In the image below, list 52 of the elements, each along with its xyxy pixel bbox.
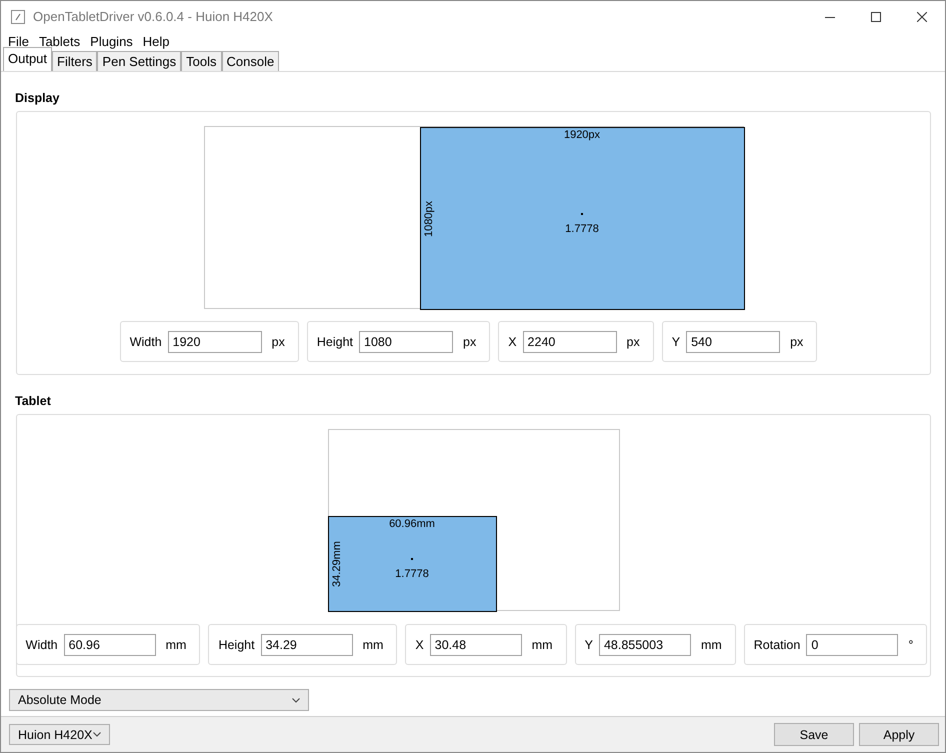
mode-dropdown[interactable]: Absolute Mode xyxy=(9,689,309,711)
input-field[interactable]: 48.855003 xyxy=(598,634,691,656)
area-height-label: 1080px xyxy=(422,199,436,239)
field-label: Height xyxy=(218,638,255,652)
input-field[interactable]: 0 xyxy=(806,634,898,656)
input-field[interactable]: 1920 xyxy=(168,330,262,352)
input-field[interactable]: 2240 xyxy=(522,330,617,352)
field-label: Y xyxy=(672,334,680,348)
tab[interactable]: Filters xyxy=(52,51,98,71)
field-label: Rotation xyxy=(754,638,800,652)
unit-label: px xyxy=(463,334,476,348)
caret-icon xyxy=(93,732,101,737)
menu-item[interactable]: File xyxy=(3,34,34,48)
input-field[interactable]: 1080 xyxy=(359,330,453,352)
unit-label: mm xyxy=(166,638,186,652)
close-icon xyxy=(917,12,927,22)
field-label: X xyxy=(415,638,424,652)
field-label: Width xyxy=(130,334,162,348)
unit-label: px xyxy=(626,334,640,348)
unit-label: mm xyxy=(532,638,553,652)
menu-item[interactable]: Help xyxy=(138,34,175,48)
area-height-label: 34.29mm xyxy=(330,540,344,589)
caret-icon xyxy=(292,698,300,702)
input-field[interactable]: 34.29 xyxy=(260,634,353,656)
unit-label: px xyxy=(790,334,804,348)
window-title: OpenTabletDriver v0.6.0.4 - Huion H420X xyxy=(33,9,274,24)
input-field[interactable]: 30.48 xyxy=(430,634,522,656)
tab[interactable]: Tools xyxy=(181,51,222,71)
tablet-dropdown[interactable]: Huion H420X xyxy=(9,724,110,745)
field-label: X xyxy=(508,334,517,348)
menu-item[interactable]: Plugins xyxy=(85,34,138,48)
tab[interactable]: Output xyxy=(3,47,52,71)
area-width-label: 60.96mm xyxy=(388,518,436,530)
unit-label: mm xyxy=(700,638,722,652)
menu-item[interactable]: Tablets xyxy=(34,34,86,48)
maximize-icon xyxy=(871,12,881,22)
unit-label: ° xyxy=(908,638,914,652)
input-field[interactable]: 540 xyxy=(686,330,780,352)
tab[interactable]: Pen Settings xyxy=(97,51,182,71)
field-label: Width xyxy=(26,638,58,652)
section-title: Display xyxy=(15,91,60,105)
unit-label: mm xyxy=(362,638,384,652)
app-icon xyxy=(10,8,26,24)
footer-button[interactable]: Apply xyxy=(859,723,939,746)
footer-button[interactable]: Save xyxy=(774,723,854,746)
area-width-label: 1920px xyxy=(562,129,602,141)
unit-label: px xyxy=(272,334,285,348)
tab[interactable]: Console xyxy=(222,51,280,71)
section-title: Tablet xyxy=(15,394,52,408)
input-field[interactable]: 60.96 xyxy=(64,634,156,656)
field-label: Height xyxy=(316,334,353,348)
field-label: Y xyxy=(584,638,593,652)
